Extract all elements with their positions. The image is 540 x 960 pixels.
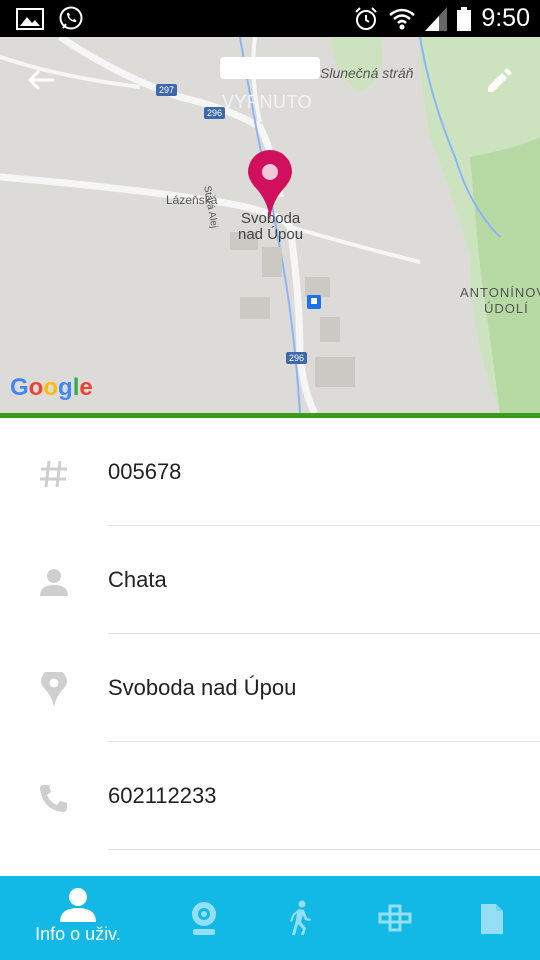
map-label-antoninovo-1: ANTONÍNOVO [460, 285, 540, 300]
status-time: 9:50 [481, 4, 530, 32]
road-badge-297: 297 [156, 84, 178, 96]
image-notification-icon [16, 8, 44, 30]
detail-row-id[interactable]: 005678 [0, 418, 540, 526]
alarm-icon [355, 6, 378, 30]
walking-icon [290, 900, 311, 935]
status-bar: 9:50 [0, 0, 540, 37]
title-redacted [220, 57, 320, 79]
webcam-icon [192, 902, 216, 935]
map-label-town-line2: nad Úpou [238, 226, 304, 243]
google-logo: Google [10, 374, 93, 401]
phone-icon [36, 780, 72, 816]
map-label-antoninovo-2: ÚDOLÍ [484, 301, 529, 316]
map-label-slunecna: Slunečná stráň [320, 65, 414, 81]
detail-row-location[interactable]: Svoboda nad Úpou [0, 634, 540, 742]
battery-icon [457, 6, 472, 31]
grid-zones-icon [378, 904, 412, 932]
document-icon [481, 904, 503, 934]
wifi-icon [389, 8, 416, 29]
bottom-navigation: Info o uživ. [0, 876, 540, 960]
detail-list: 005678 Chata Svoboda nad Úpou 602112233 [0, 418, 540, 850]
row-divider [108, 849, 540, 850]
tab-user-info[interactable]: Info o uživ. [0, 876, 156, 960]
tab-zones[interactable] [374, 876, 418, 960]
map-view[interactable]: Slunečná stráň Lázeňská Stará Alej Svobo… [0, 37, 540, 413]
location-pin-icon [36, 672, 72, 708]
back-arrow-icon[interactable] [24, 65, 60, 95]
signal-icon [425, 6, 448, 31]
map-pin-icon[interactable] [248, 150, 292, 222]
detail-value-name: Chata [108, 567, 167, 592]
tab-activity[interactable] [280, 876, 320, 960]
tab-camera[interactable] [176, 876, 232, 960]
user-tab-icon [60, 888, 96, 922]
person-icon [36, 564, 72, 600]
detail-value-phone: 602112233 [108, 783, 217, 808]
tab-documents[interactable] [474, 876, 510, 960]
detail-value-location: Svoboda nad Úpou [108, 675, 297, 700]
edit-pencil-icon[interactable] [484, 65, 514, 95]
tab-user-info-label: Info o uživ. [35, 924, 121, 944]
detail-value-id: 005678 [108, 459, 182, 484]
train-station-icon [307, 295, 321, 309]
detail-row-phone[interactable]: 602112233 [0, 742, 540, 850]
viber-icon [59, 6, 83, 30]
road-badge-296-bottom: 296 [286, 352, 308, 364]
status-subtitle: VYPNUTO [222, 92, 313, 112]
detail-row-name[interactable]: Chata [0, 526, 540, 634]
hash-icon [36, 456, 72, 492]
